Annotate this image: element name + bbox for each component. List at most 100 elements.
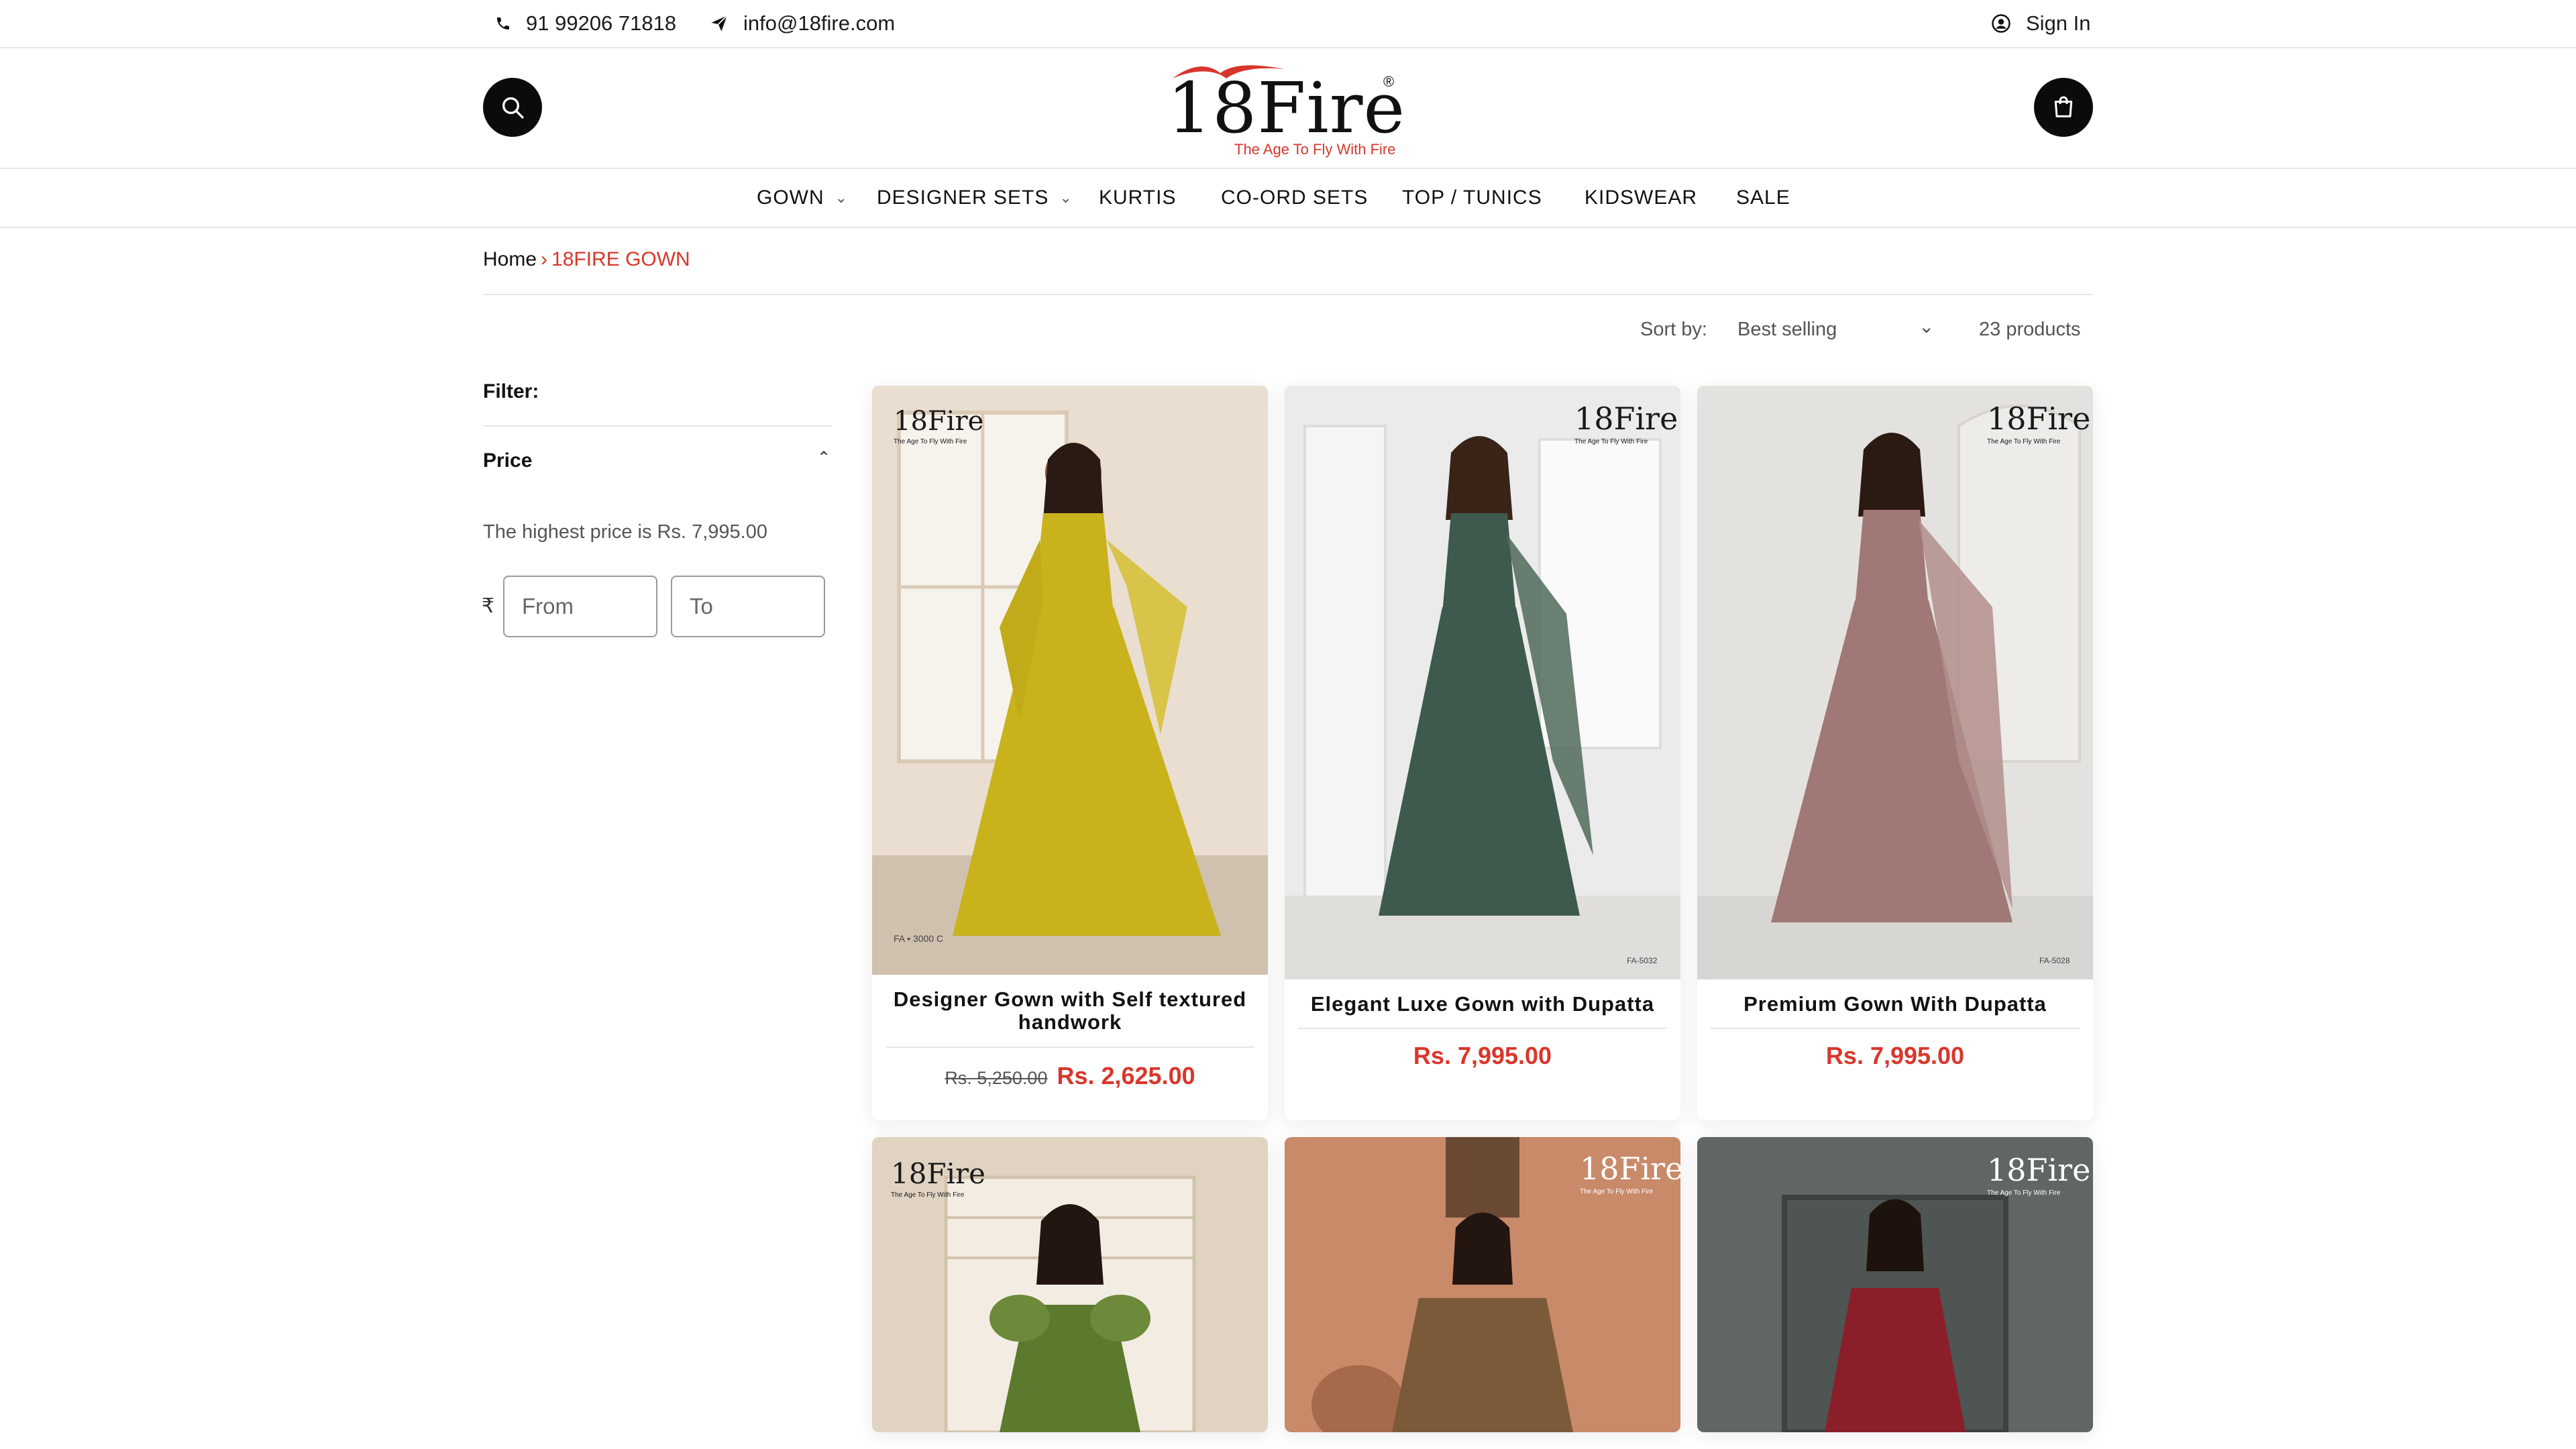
product-count: 23 products (1979, 319, 2081, 340)
product-card[interactable]: 18Fire The Age To Fly With Fire (1697, 1137, 2093, 1432)
product-photo (872, 386, 1268, 975)
watermark-tagline: The Age To Fly With Fire (1987, 438, 2061, 445)
highest-price-text: The highest price is Rs. 7,995.00 (483, 521, 767, 543)
breadcrumb-home[interactable]: Home (483, 248, 537, 270)
sign-in-link[interactable]: Sign In (1991, 0, 2091, 47)
product-image[interactable]: 18Fire The Age To Fly With Fire (1697, 1137, 2093, 1432)
sale-price: Rs. 2,625.00 (1057, 1062, 1195, 1089)
nav-item-top-tunics[interactable]: TOP / TUNICS (1402, 169, 1542, 227)
breadcrumb-separator: › (541, 248, 548, 270)
nav-label: GOWN (757, 186, 824, 209)
product-code: FA-5032 (1627, 956, 1658, 965)
nav-item-kurtis[interactable]: KURTIS (1099, 169, 1176, 227)
divider (1711, 1028, 2080, 1029)
phone-number: 91 99206 71818 (526, 11, 677, 35)
product-code: FA • 3000 C (894, 933, 944, 944)
watermark-tagline: The Age To Fly With Fire (894, 438, 967, 445)
watermark-text: 18Fire (1987, 1152, 2091, 1188)
product-card[interactable]: 18Fire The Age To Fly With Fire (872, 1137, 1268, 1432)
product-image[interactable]: 18Fire The Age To Fly With Fire (1285, 1137, 1680, 1432)
product-code: FA-5028 (2039, 956, 2070, 965)
watermark-text: 18Fire (1580, 1150, 1680, 1187)
sale-price: Rs. 7,995.00 (1825, 1042, 1965, 1069)
currency-symbol: ₹ (482, 595, 495, 617)
divider (483, 294, 2093, 295)
email-address: info@18fire.com (743, 11, 896, 35)
phone-link[interactable]: 91 99206 71818 (495, 0, 676, 47)
price-from-input[interactable] (503, 576, 657, 637)
chevron-down-icon: ⌄ (1059, 189, 1073, 206)
nav-item-kidswear[interactable]: KIDSWEAR (1585, 169, 1697, 227)
product-image[interactable]: 18Fire The Age To Fly With Fire FA-5032 (1285, 386, 1680, 979)
product-watermark: 18Fire The Age To Fly With Fire (1580, 1150, 1680, 1195)
product-watermark: 18Fire The Age To Fly With Fire (1574, 400, 1678, 445)
product-photo (1285, 386, 1680, 979)
chevron-down-icon: ⌄ (835, 189, 849, 206)
search-button[interactable] (483, 78, 542, 137)
nav-label: SALE (1736, 186, 1790, 209)
product-watermark: 18Fire The Age To Fly With Fire (1987, 400, 2090, 445)
main-nav: GOWN ⌄ DESIGNER SETS ⌄ KURTIS CO-ORD SETS … (0, 169, 2576, 228)
product-image[interactable]: 18Fire The Age To Fly With Fire FA • 3000… (872, 386, 1268, 975)
site-header: 18Fire ® The Age To Fly With Fire (0, 48, 2576, 169)
account-icon (1992, 14, 2010, 33)
product-watermark: 18Fire The Age To Fly With Fire (891, 1157, 985, 1199)
sort-select[interactable]: Best selling (1737, 319, 1837, 341)
product-price: Rs. 7,995.00 (1285, 1042, 1680, 1070)
watermark-text: 18Fire (894, 406, 984, 437)
chevron-up-icon[interactable]: ⌃ (817, 448, 830, 468)
divider (483, 425, 832, 427)
phone-icon (497, 17, 509, 30)
watermark-tagline: The Age To Fly With Fire (1987, 1189, 2061, 1197)
product-card[interactable]: 18Fire The Age To Fly With Fire FA • 3000… (872, 386, 1268, 1120)
send-icon (711, 15, 728, 32)
watermark-tagline: The Age To Fly With Fire (1580, 1188, 1654, 1195)
product-image[interactable]: 18Fire The Age To Fly With Fire FA-5028 (1697, 386, 2093, 979)
nav-label: KIDSWEAR (1585, 186, 1698, 209)
product-photo (1697, 386, 2093, 979)
breadcrumb: Home › 18FIRE GOWN (483, 248, 690, 271)
watermark-text: 18Fire (1987, 400, 2091, 437)
nav-item-designer-sets[interactable]: DESIGNER SETS ⌄ (877, 169, 1073, 227)
email-link[interactable]: info@18fire.com (710, 0, 895, 47)
divider (885, 1046, 1254, 1048)
sale-price: Rs. 7,995.00 (1413, 1042, 1552, 1069)
logo-registered-mark: ® (1383, 73, 1395, 90)
price-filter-toggle[interactable]: Price (483, 449, 532, 472)
chevron-down-icon[interactable]: ⌄ (1919, 315, 1934, 337)
price-to-input[interactable] (671, 576, 825, 637)
watermark-tagline: The Age To Fly With Fire (1574, 438, 1648, 445)
cart-button[interactable] (2034, 78, 2093, 137)
nav-label: DESIGNER SETS (877, 186, 1049, 209)
product-card[interactable]: 18Fire The Age To Fly With Fire (1285, 1137, 1680, 1432)
product-title[interactable]: Elegant Luxe Gown with Dupatta (1298, 993, 1667, 1016)
nav-label: TOP / TUNICS (1402, 186, 1542, 209)
watermark-tagline: The Age To Fly With Fire (891, 1191, 965, 1199)
logo-tagline: The Age To Fly With Fire (1234, 141, 1396, 158)
announcement-bar: 91 99206 71818 info@18fire.com Sign In (0, 0, 2576, 48)
sign-in-label: Sign In (2026, 11, 2091, 35)
nav-item-gown[interactable]: GOWN ⌄ (757, 169, 848, 227)
product-title[interactable]: Designer Gown with Self textured handwor… (885, 988, 1254, 1034)
logo-text: 18Fire (1167, 67, 1406, 149)
breadcrumb-current: 18FIRE GOWN (551, 248, 690, 270)
nav-label: CO-ORD SETS (1221, 186, 1368, 209)
product-card[interactable]: 18Fire The Age To Fly With Fire FA-5032 E… (1285, 386, 1680, 1120)
product-watermark: 18Fire The Age To Fly With Fire (1987, 1152, 2090, 1197)
watermark-text: 18Fire (891, 1157, 985, 1190)
nav-item-co-ord-sets[interactable]: CO-ORD SETS (1221, 169, 1368, 227)
product-title[interactable]: Premium Gown With Dupatta (1711, 993, 2080, 1016)
sort-label: Sort by: (1640, 319, 1707, 340)
compare-at-price: Rs. 5,250.00 (945, 1068, 1048, 1088)
nav-item-sale[interactable]: SALE (1736, 169, 1790, 227)
product-image[interactable]: 18Fire The Age To Fly With Fire (872, 1137, 1268, 1432)
cart-icon (2054, 96, 2073, 117)
logo[interactable]: 18Fire ® The Age To Fly With Fire (1167, 57, 1409, 158)
product-watermark: 18Fire The Age To Fly With Fire (894, 406, 983, 445)
product-price: Rs. 5,250.00 Rs. 2,625.00 (872, 1062, 1268, 1090)
filter-heading: Filter: (483, 380, 539, 402)
search-icon (502, 97, 524, 119)
nav-label: KURTIS (1099, 186, 1177, 209)
product-card[interactable]: 18Fire The Age To Fly With Fire FA-5028 P… (1697, 386, 2093, 1120)
divider (1298, 1028, 1667, 1029)
